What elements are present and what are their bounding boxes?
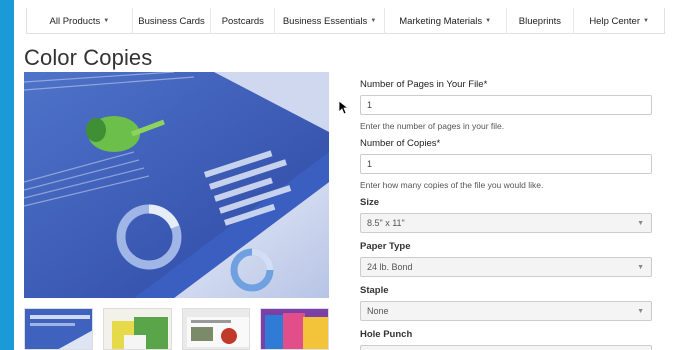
caret-down-icon: ▼: [370, 18, 377, 24]
chevron-down-icon: ▼: [637, 219, 644, 227]
nav-item-label: Business Essentials: [282, 15, 368, 27]
nav-item-label: Help Center: [589, 15, 641, 27]
product-hero-image[interactable]: [24, 72, 329, 298]
nav-item-business-cards[interactable]: Business Cards: [133, 8, 212, 34]
thumbnail-1[interactable]: [24, 308, 93, 350]
mouse-pointer-icon: [339, 101, 349, 115]
size-value: 8.5" x 11": [367, 218, 405, 228]
caret-down-icon: ▼: [485, 18, 492, 24]
thumbnail-image: [103, 309, 171, 349]
nav-item-help-center[interactable]: Help Center ▼: [574, 8, 664, 34]
copies-label: Number of Copies*: [360, 138, 441, 149]
pages-label: Number of Pages in Your File*: [360, 79, 488, 90]
paper-type-label: Paper Type: [360, 241, 411, 252]
nav-item-marketing-materials[interactable]: Marketing Materials ▼: [385, 8, 507, 34]
nav-item-label: All Products: [49, 15, 101, 27]
staple-value: None: [367, 306, 389, 316]
copies-help-text: Enter how many copies of the file you wo…: [360, 180, 544, 190]
product-options-form: Number of Pages in Your File* 1 Enter th…: [360, 78, 653, 350]
caret-down-icon: ▼: [643, 18, 649, 24]
main-nav: All Products ▼ Business Cards Postcards B…: [26, 8, 665, 34]
paper-type-select[interactable]: 24 lb. Bond ▼: [360, 257, 652, 277]
printed-brochure-illustration: [24, 72, 329, 298]
nav-item-label: Postcards: [221, 15, 264, 27]
thumbnail-3[interactable]: [181, 308, 251, 350]
pages-input[interactable]: 1: [360, 95, 652, 115]
nav-item-business-essentials[interactable]: Business Essentials ▼: [275, 8, 385, 34]
nav-item-postcards[interactable]: Postcards: [211, 8, 276, 34]
thumbnail-image: [182, 309, 250, 349]
thumbnail-image: [25, 309, 92, 349]
chevron-down-icon: ▼: [637, 307, 644, 315]
size-label: Size: [360, 197, 380, 208]
nav-item-label: Blueprints: [518, 15, 562, 27]
pages-value: 1: [367, 100, 373, 110]
pages-help-text: Enter the number of pages in your file.: [360, 121, 505, 131]
nav-item-label: Marketing Materials: [399, 15, 483, 27]
hole-punch-select[interactable]: [360, 345, 652, 350]
nav-item-blueprints[interactable]: Blueprints: [507, 8, 575, 34]
copies-input[interactable]: 1: [360, 154, 652, 174]
nav-item-label: Business Cards: [138, 15, 205, 27]
staple-select[interactable]: None ▼: [360, 301, 652, 321]
copies-value: 1: [367, 159, 373, 169]
chevron-down-icon: ▼: [637, 263, 644, 271]
caret-down-icon: ▼: [103, 18, 110, 24]
thumbnail-4[interactable]: [260, 308, 329, 350]
thumbnail-image: [261, 309, 329, 349]
size-select[interactable]: 8.5" x 11" ▼: [360, 213, 652, 233]
hole-punch-label: Hole Punch: [360, 329, 413, 340]
thumbnail-strip: [24, 308, 329, 350]
nav-item-all-products[interactable]: All Products ▼: [27, 8, 133, 34]
page-title: Color Copies: [24, 45, 153, 70]
thumbnail-2[interactable]: [102, 308, 172, 350]
staple-label: Staple: [360, 285, 389, 296]
paper-type-value: 24 lb. Bond: [367, 262, 413, 272]
